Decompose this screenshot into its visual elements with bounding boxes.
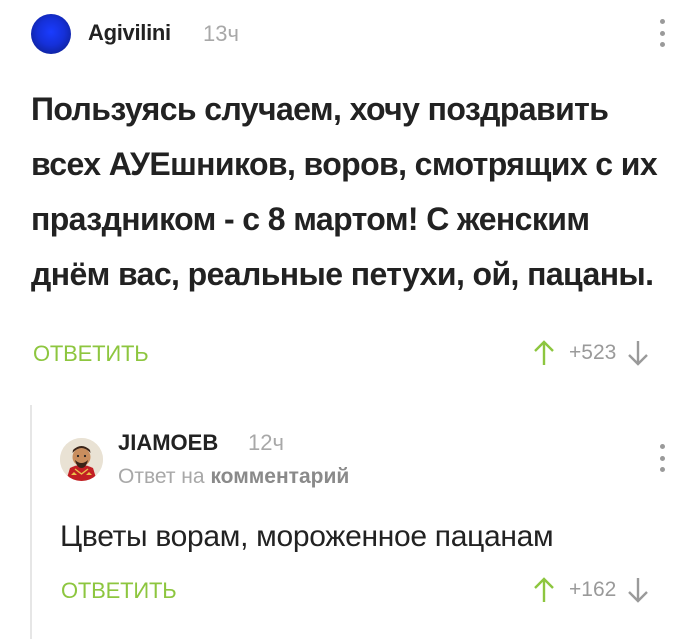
vote-controls: +162 xyxy=(533,576,649,604)
vote-controls: +523 xyxy=(533,339,649,367)
reply-to-line: Ответ на комментарий xyxy=(118,465,349,489)
reply-score: +162 xyxy=(569,578,617,601)
reply-to-target-link[interactable]: комментарий xyxy=(210,465,349,488)
kebab-icon[interactable] xyxy=(658,444,666,472)
comment-time: 13ч xyxy=(203,21,239,46)
reply-author[interactable]: JIAMOEB xyxy=(118,430,218,456)
comment: Agivilini 13ч Пользуясь случаем, хочу по… xyxy=(0,0,700,390)
arrow-down-icon[interactable] xyxy=(627,576,649,604)
reply-button[interactable]: ОТВЕТИТЬ xyxy=(33,341,149,367)
arrow-up-icon[interactable] xyxy=(533,339,555,367)
reply-text: Цветы ворам, мороженное пацанам xyxy=(60,520,554,553)
arrow-up-icon[interactable] xyxy=(533,576,555,604)
comment-text: Пользуясь случаем, хочу поздравить всех … xyxy=(31,91,658,292)
avatar[interactable] xyxy=(31,14,71,54)
reply-time: 12ч xyxy=(248,430,284,455)
reply-button[interactable]: ОТВЕТИТЬ xyxy=(61,578,177,604)
reply-to-prefix: Ответ на xyxy=(118,465,205,488)
reply-avatar[interactable] xyxy=(60,438,103,481)
arrow-down-icon[interactable] xyxy=(627,339,649,367)
comment-score: +523 xyxy=(569,341,617,364)
comment-author[interactable]: Agivilini xyxy=(88,20,171,46)
kebab-icon[interactable] xyxy=(658,19,666,47)
